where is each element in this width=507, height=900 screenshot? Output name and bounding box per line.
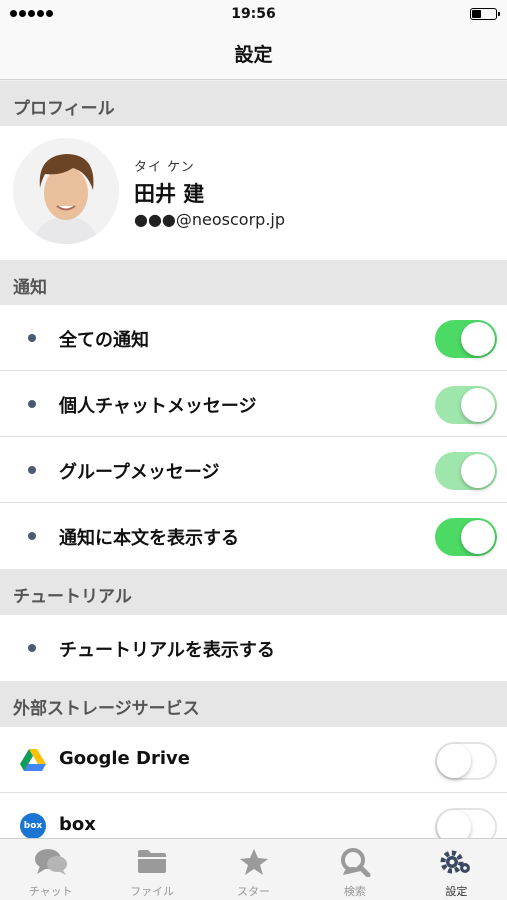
row-label: チュートリアルを表示する bbox=[59, 640, 275, 661]
bullet-icon bbox=[28, 334, 36, 342]
tab-label: チャット bbox=[28, 885, 73, 898]
all-notifications-toggle[interactable] bbox=[435, 320, 497, 358]
storage-row-google-drive: Google Drive bbox=[0, 727, 507, 793]
chat-bubbles-icon bbox=[34, 849, 67, 875]
section-header-external-storage: 外部ストレージサービス bbox=[0, 681, 507, 727]
gear-icon bbox=[440, 850, 471, 874]
notification-row-group-message: グループメッセージ bbox=[0, 437, 507, 503]
row-label: Google Drive bbox=[59, 748, 190, 769]
section-header-tutorial: チュートリアル bbox=[0, 569, 507, 615]
profile-card[interactable]: タイ ケン 田井 建 ●●●@neoscorp.jp bbox=[0, 126, 507, 260]
notification-row-all: 全ての通知 bbox=[0, 305, 507, 371]
section-header-label: プロフィール bbox=[13, 99, 115, 119]
tab-search[interactable]: 検索 bbox=[304, 839, 405, 900]
show-body-toggle[interactable] bbox=[435, 518, 497, 556]
profile-email: ●●●@neoscorp.jp bbox=[134, 210, 285, 229]
google-drive-icon bbox=[20, 749, 46, 771]
row-label: 全ての通知 bbox=[59, 330, 149, 351]
section-header-label: チュートリアル bbox=[13, 587, 132, 607]
box-icon: box bbox=[20, 813, 46, 839]
navigation-bar: 設定 bbox=[0, 28, 507, 80]
section-header-profile: プロフィール bbox=[0, 81, 507, 127]
profile-name-kana: タイ ケン bbox=[134, 160, 195, 175]
status-bar: 19:56 bbox=[0, 0, 507, 28]
tab-files[interactable]: ファイル bbox=[101, 839, 202, 900]
profile-name: 田井 建 bbox=[134, 182, 205, 206]
page-title: 設定 bbox=[234, 44, 273, 66]
section-header-label: 通知 bbox=[13, 278, 47, 298]
google-drive-toggle[interactable] bbox=[435, 742, 497, 780]
section-header-notifications: 通知 bbox=[0, 260, 507, 306]
bullet-icon bbox=[28, 466, 36, 474]
row-label: box bbox=[59, 814, 96, 835]
tab-label: 検索 bbox=[343, 885, 366, 898]
tab-settings[interactable]: 設定 bbox=[406, 839, 507, 900]
tab-label: ファイル bbox=[130, 885, 175, 898]
bullet-icon bbox=[28, 400, 36, 408]
battery-icon bbox=[470, 8, 500, 20]
tab-chat[interactable]: チャット bbox=[0, 839, 101, 900]
search-icon bbox=[340, 848, 371, 877]
notification-row-personal-chat: 個人チャットメッセージ bbox=[0, 371, 507, 437]
tab-bar: チャット ファイル スター 検索 設定 bbox=[0, 838, 507, 900]
star-icon bbox=[239, 849, 268, 875]
row-label: グループメッセージ bbox=[59, 462, 220, 483]
folder-icon bbox=[138, 850, 167, 873]
section-header-label: 外部ストレージサービス bbox=[13, 699, 200, 719]
tab-label: スター bbox=[237, 885, 271, 898]
avatar bbox=[13, 138, 119, 244]
notification-row-show-body: 通知に本文を表示する bbox=[0, 503, 507, 569]
tab-label: 設定 bbox=[445, 885, 468, 898]
row-label: 通知に本文を表示する bbox=[59, 528, 239, 549]
tutorial-row[interactable]: チュートリアルを表示する bbox=[0, 615, 507, 681]
status-time: 19:56 bbox=[231, 6, 276, 22]
tab-star[interactable]: スター bbox=[203, 839, 304, 900]
bullet-icon bbox=[28, 532, 36, 540]
personal-chat-toggle[interactable] bbox=[435, 386, 497, 424]
bullet-icon bbox=[28, 644, 36, 652]
row-label: 個人チャットメッセージ bbox=[59, 396, 257, 417]
group-message-toggle[interactable] bbox=[435, 452, 497, 490]
